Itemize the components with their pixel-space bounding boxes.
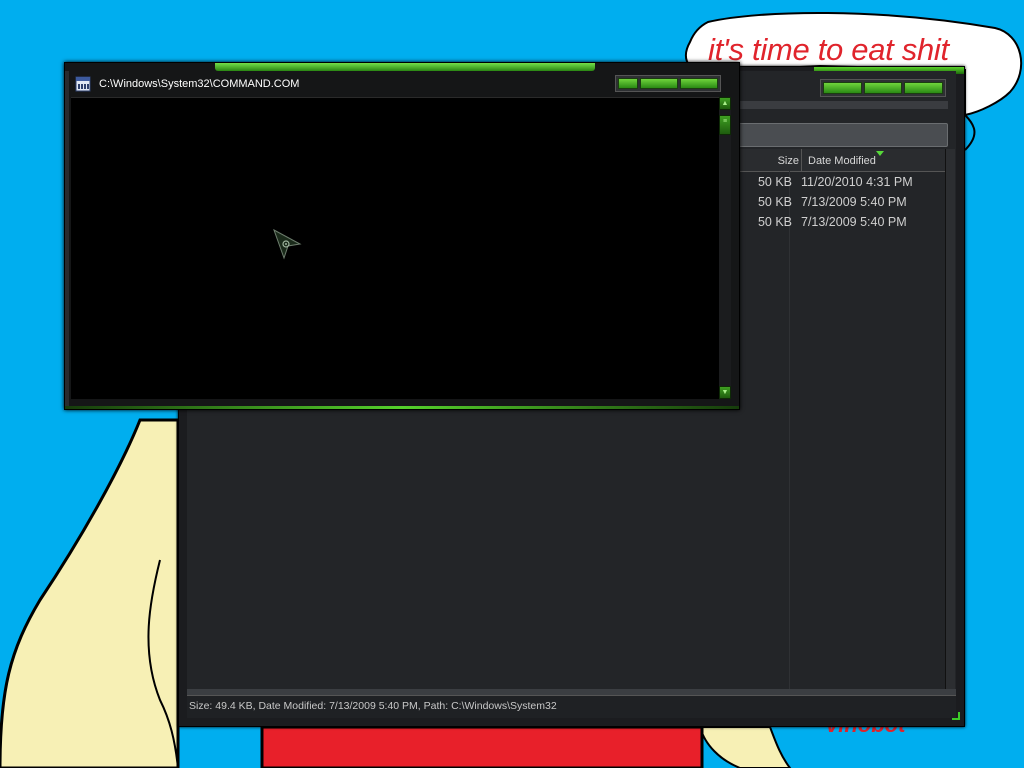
column-divider	[789, 171, 790, 691]
column-header-date-modified[interactable]: Date Modified	[801, 149, 951, 171]
window-edge	[65, 71, 69, 409]
character-skin-right	[698, 726, 792, 768]
file-date: 7/13/2009 5:40 PM	[801, 215, 907, 229]
vertical-scrollbar[interactable]: ▲ ≡ ▼	[719, 97, 731, 399]
status-bar: Size: 49.4 KB, Date Modified: 7/13/2009 …	[187, 695, 960, 720]
minimize-button[interactable]	[823, 82, 862, 94]
column-header-size[interactable]: Size	[777, 155, 799, 167]
window-accent-bar	[215, 63, 595, 71]
window-controls	[820, 79, 946, 97]
sort-descending-icon	[876, 151, 884, 156]
window-title: C:\Windows\System32\COMMAND.COM	[99, 78, 300, 90]
vertical-scrollbar[interactable]	[945, 149, 955, 689]
column-header-date-label: Date Modified	[808, 155, 876, 167]
status-text: Size: 49.4 KB, Date Modified: 7/13/2009 …	[189, 700, 557, 712]
maximize-button[interactable]	[863, 82, 903, 94]
file-date: 7/13/2009 5:40 PM	[801, 195, 907, 209]
close-button[interactable]	[904, 82, 944, 94]
speech-bubble-text: it's time to eat shit	[708, 32, 949, 67]
file-date: 11/20/2010 4:31 PM	[801, 175, 913, 189]
resize-grip-icon[interactable]	[952, 712, 960, 720]
command-window[interactable]: C:\Windows\System32\COMMAND.COM ▲ ≡ ▼	[64, 62, 740, 410]
scroll-up-button[interactable]: ▲	[719, 97, 731, 110]
bubble-tail	[964, 114, 976, 151]
window-bottom-accent	[65, 406, 739, 409]
scroll-down-button[interactable]: ▼	[719, 386, 731, 399]
mouse-cursor-icon	[273, 228, 302, 260]
command-prompt-icon	[75, 76, 91, 92]
close-button[interactable]	[680, 78, 718, 89]
scroll-thumb[interactable]: ≡	[719, 115, 731, 135]
minimize-button[interactable]	[618, 78, 638, 89]
window-controls	[615, 75, 721, 92]
title-bar[interactable]: C:\Windows\System32\COMMAND.COM	[65, 71, 739, 97]
character-shirt	[260, 725, 704, 768]
character-skin-left	[0, 418, 180, 768]
console-area[interactable]	[71, 97, 719, 399]
maximize-button[interactable]	[640, 78, 678, 89]
